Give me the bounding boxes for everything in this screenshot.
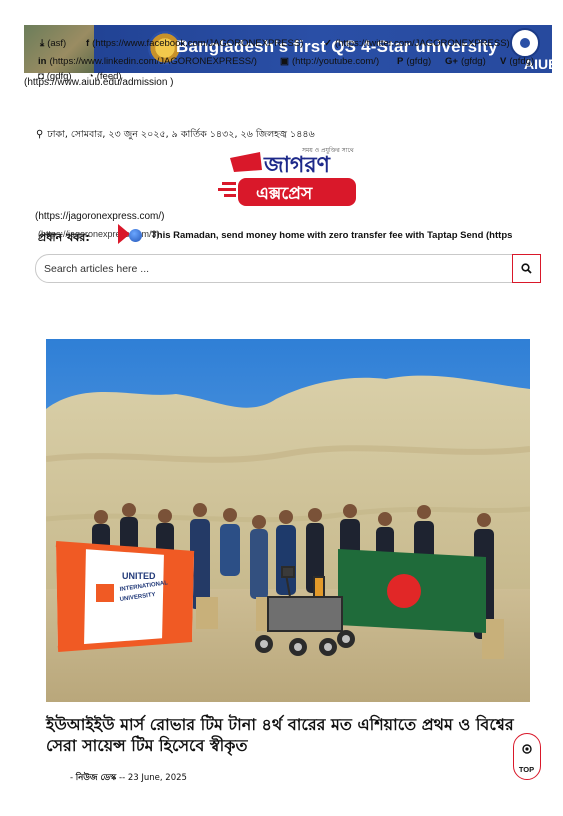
search-icon (521, 263, 532, 274)
banner-text-united: UNITED (122, 571, 156, 581)
article-date: 23 June, 2025 (127, 773, 187, 783)
globe-icon (129, 229, 142, 242)
back-to-top-button[interactable]: TOP (513, 733, 541, 780)
asf-link[interactable]: ⤓ (asf) (40, 38, 66, 49)
aiub-logo-icon (510, 28, 540, 58)
date-text: ঢাকা, সোমবার, ২৩ জুন ২০২৫, ৯ কার্তিক ১৪৩… (47, 129, 315, 140)
logo-link[interactable]: (https://jagoronexpress.com/) (35, 211, 165, 222)
google-plus-icon: G+ (445, 56, 458, 67)
location-pin-icon: ⚲ (36, 129, 44, 140)
linkedin-link[interactable]: in (https://www.linkedin.com/JAGORONEXPRE… (38, 56, 257, 67)
article-meta: - নিউজ ডেস্ক -- 23 June, 2025 (70, 773, 187, 783)
ad-link[interactable]: (https://www.aiub.edu/admission ) (24, 77, 174, 88)
search-input[interactable] (44, 258, 504, 280)
logo-word1: জাগরণ (263, 153, 331, 178)
rover-team-photo: UNITED INTERNATIONAL UNIVERSITY (46, 339, 530, 702)
google-plus-link[interactable]: G+ (gfdg) (445, 56, 486, 67)
search-button[interactable] (512, 254, 541, 283)
twitter-icon: ✓ (324, 38, 332, 49)
facebook-link[interactable]: f (https://www.facebook.com/JAGORONEXPRES… (86, 38, 303, 49)
download-icon: ⤓ (40, 38, 45, 49)
linkedin-icon: in (38, 56, 47, 67)
youtube-icon: ▣ (280, 56, 289, 67)
site-logo[interactable]: সময় ও প্রযুক্তির সাথে জাগরণ এক্সপ্রেস (216, 144, 362, 210)
vine-icon: V (500, 56, 507, 67)
pinterest-link[interactable]: P (gfdg) (397, 56, 431, 67)
date-line: ⚲ ঢাকা, সোমবার, ২৩ জুন ২০২৫, ৯ কার্তিক ১৪… (36, 128, 315, 143)
ticker-headline[interactable]: This Ramadan, send money home with zero … (151, 230, 551, 241)
article-title[interactable]: ইউআইইউ মার্স রোভার টিম টানা ৪র্থ বারের ম… (46, 714, 516, 756)
site-logo-graphic: সময় ও প্রযুক্তির সাথে জাগরণ এক্সপ্রেস (218, 147, 356, 206)
article-author[interactable]: নিউজ ডেস্ক (76, 773, 117, 783)
back-to-top-label: TOP (518, 765, 535, 774)
logo-swoosh-icon (230, 152, 262, 172)
logo-word2: এক্সপ্রেস (256, 184, 313, 204)
article-image[interactable]: UNITED INTERNATIONAL UNIVERSITY (46, 339, 530, 702)
breaking-label: প্রধান খবর: (https://jagoronexpress.com/3… (38, 229, 160, 244)
twitter-link[interactable]: ✓ (https://twitter.com/JAGORONEXPRESS) (324, 38, 510, 49)
facebook-icon: f (86, 38, 90, 49)
target-icon (522, 744, 532, 754)
pinterest-icon: P (397, 56, 404, 67)
youtube-link[interactable]: ▣ (http://youtube.com/) (280, 56, 379, 67)
vine-link[interactable]: V (gfdg) (500, 56, 534, 67)
